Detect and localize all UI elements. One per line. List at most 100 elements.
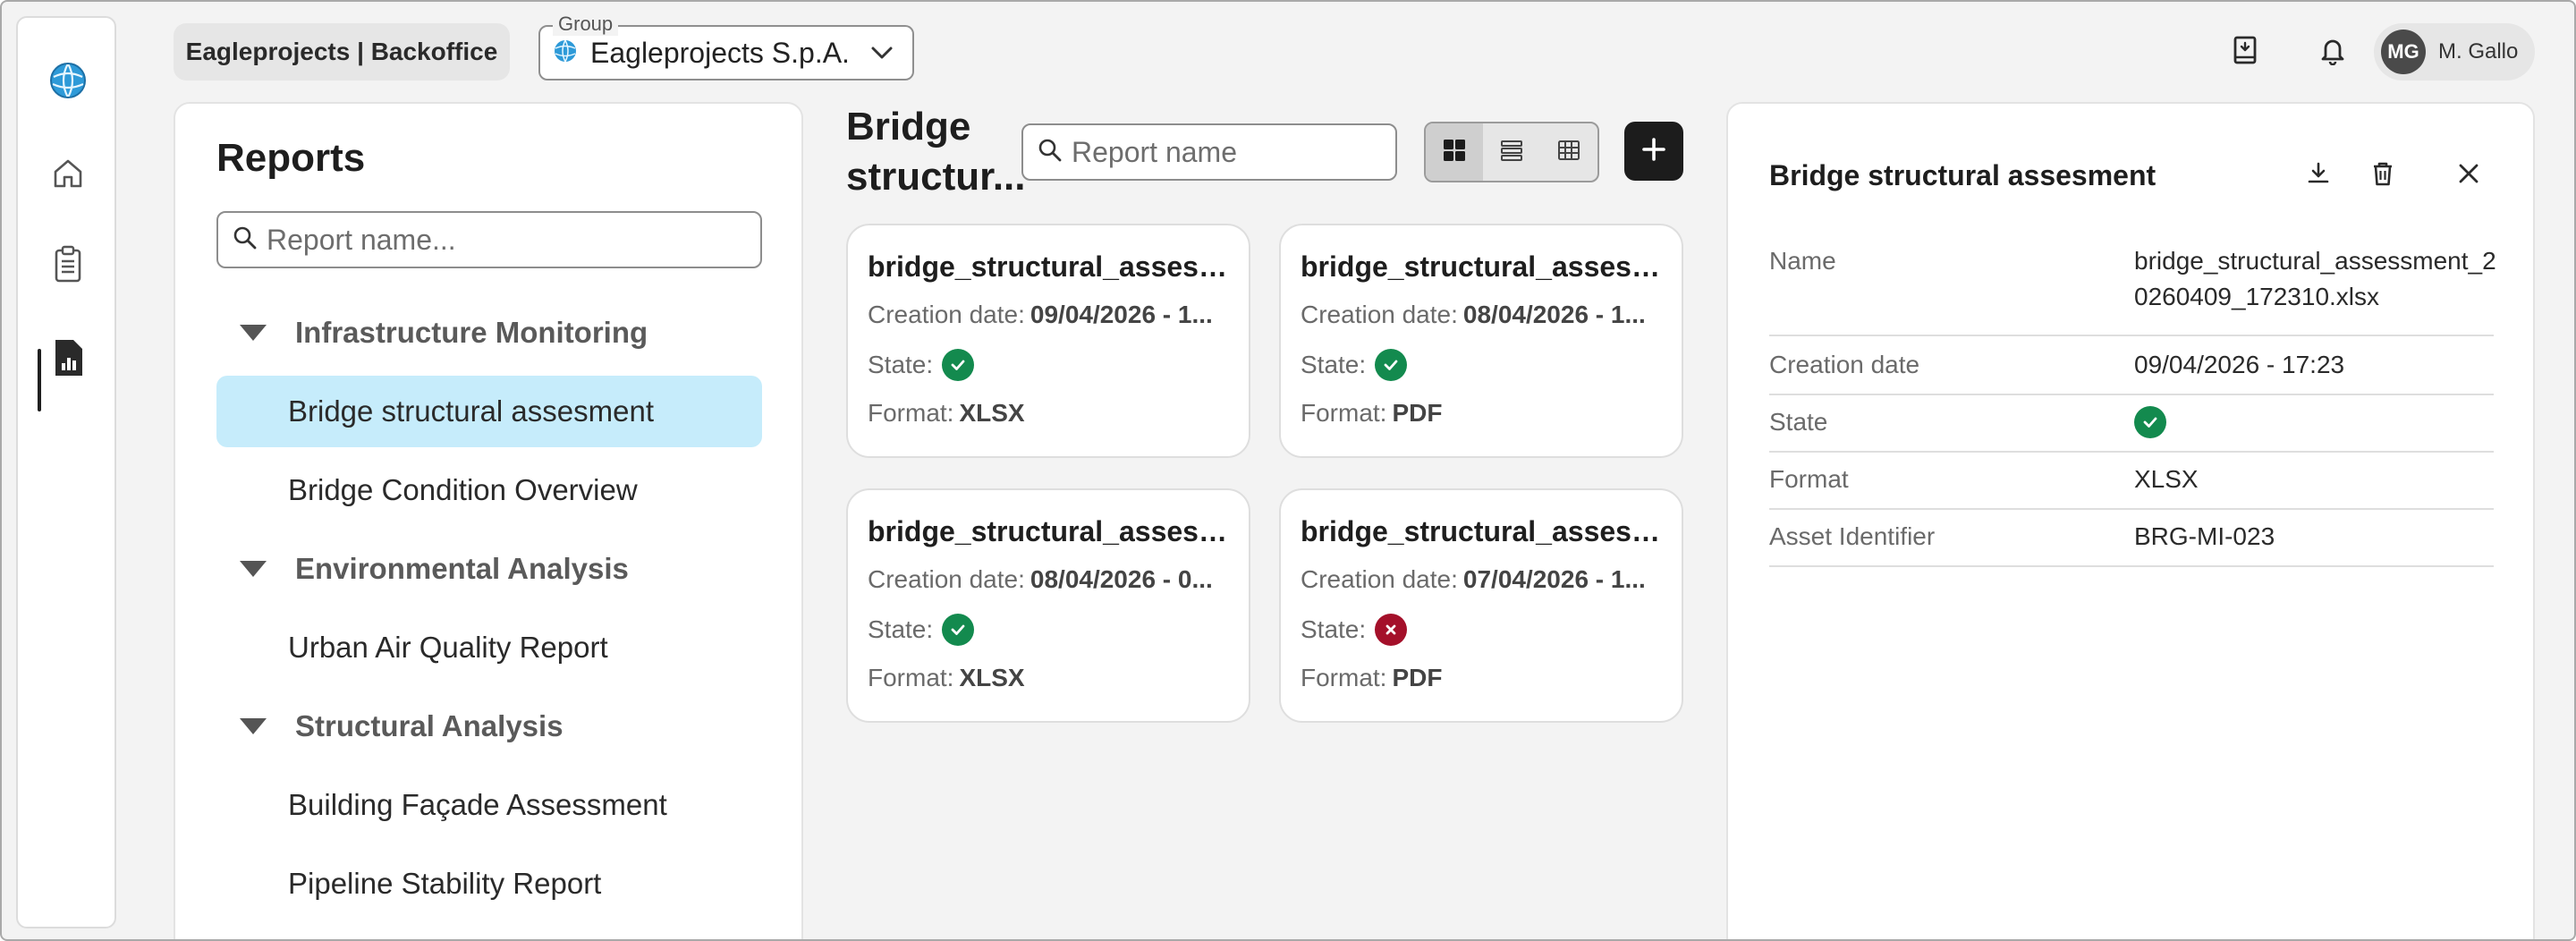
home-icon xyxy=(50,156,86,196)
card-format-label: Format: xyxy=(868,399,954,427)
app-window: Eagleprojects | Backoffice Group Eaglepr… xyxy=(0,0,2576,941)
tree-group-infrastructure[interactable]: Infrastructure Monitoring xyxy=(240,311,648,354)
card-title: bridge_structural_assessm... xyxy=(1301,515,1669,547)
detail-label: Asset Identifier xyxy=(1769,522,1936,550)
group-select[interactable]: Group Eagleprojects S.p.A. xyxy=(538,13,914,81)
report-search[interactable] xyxy=(1021,123,1397,181)
delete-button[interactable] xyxy=(2361,154,2404,197)
card-creation-value: 09/04/2026 - 1... xyxy=(1030,301,1213,328)
report-card[interactable]: bridge_structural_assessm... Creation da… xyxy=(1279,488,1683,723)
card-format-label: Format: xyxy=(1301,664,1387,691)
detail-label: Creation date xyxy=(1769,351,1920,378)
detail-label: State xyxy=(1769,408,1828,436)
report-search-input[interactable] xyxy=(1072,135,1394,169)
rail-active-indicator xyxy=(38,349,41,411)
group-legend: Group xyxy=(553,13,619,36)
user-menu[interactable]: MG M. Gallo xyxy=(2374,23,2535,81)
detail-value: XLSX xyxy=(2134,465,2199,493)
card-format-label: Format: xyxy=(868,664,954,691)
detail-value: BRG-MI-023 xyxy=(2134,522,2275,550)
list-view-button[interactable] xyxy=(1483,123,1540,181)
tree-item-pipeline[interactable]: Pipeline Stability Report xyxy=(216,848,762,920)
detail-title: Bridge structural assesment xyxy=(1769,159,2157,191)
grid-icon xyxy=(1443,139,1466,166)
card-creation-value: 08/04/2026 - 1... xyxy=(1462,301,1646,328)
group-value: Eagleprojects S.p.A. xyxy=(590,36,850,69)
reports-panel: Reports Infrastructure Monitoring Bridge… xyxy=(174,102,803,939)
tree-item-building-facade[interactable]: Building Façade Assessment xyxy=(216,769,762,841)
rail-home-button[interactable] xyxy=(45,152,91,199)
check-icon xyxy=(942,614,975,646)
manual-button[interactable] xyxy=(2222,29,2268,75)
rail-clipboard-button[interactable] xyxy=(45,243,91,290)
card-state-label: State: xyxy=(868,615,934,643)
card-creation-value: 08/04/2026 - 0... xyxy=(1030,565,1213,593)
card-state-label: State: xyxy=(1301,351,1367,378)
download-button[interactable] xyxy=(2297,154,2340,197)
reports-search-input[interactable] xyxy=(267,223,750,257)
globe-logo-icon[interactable] xyxy=(48,61,88,100)
card-title: bridge_structural_assessm... xyxy=(868,515,1236,547)
add-report-button[interactable] xyxy=(1624,122,1683,181)
clipboard-icon xyxy=(50,245,86,289)
detail-row-format: Format XLSX xyxy=(1769,453,2494,510)
grid-view-button[interactable] xyxy=(1426,123,1483,181)
globe-icon xyxy=(553,38,578,68)
card-creation: Creation date: 08/04/2026 - 1... xyxy=(1301,301,1669,329)
card-creation-value: 07/04/2026 - 1... xyxy=(1462,565,1646,593)
book-icon xyxy=(2232,35,2258,70)
report-card[interactable]: bridge_structural_assessm... Creation da… xyxy=(846,488,1250,723)
report-card[interactable]: bridge_structural_assessm... Creation da… xyxy=(1279,224,1683,458)
card-creation-label: Creation date: xyxy=(868,565,1025,593)
detail-row-creation: Creation date 09/04/2026 - 17:23 xyxy=(1769,338,2494,395)
rail-reports-button[interactable] xyxy=(45,336,91,383)
tree-group-environmental[interactable]: Environmental Analysis xyxy=(240,547,629,590)
card-format: Format: XLSX xyxy=(868,664,1236,692)
bell-icon xyxy=(2319,35,2346,70)
chevron-down-icon xyxy=(864,35,900,71)
card-creation: Creation date: 09/04/2026 - 1... xyxy=(868,301,1236,329)
detail-row-asset: Asset Identifier BRG-MI-023 xyxy=(1769,510,2494,567)
table-view-button[interactable] xyxy=(1540,123,1597,181)
table-icon xyxy=(1557,139,1580,166)
card-title: bridge_structural_assessm... xyxy=(1301,250,1669,283)
notifications-button[interactable] xyxy=(2309,29,2356,75)
card-title: bridge_structural_assessm... xyxy=(868,250,1236,283)
card-format-value: XLSX xyxy=(959,664,1025,691)
card-format: Format: PDF xyxy=(1301,399,1669,428)
search-icon xyxy=(1038,138,1063,167)
close-button[interactable] xyxy=(2447,154,2490,197)
card-state: State: xyxy=(868,614,1236,646)
card-creation: Creation date: 07/04/2026 - 1... xyxy=(1301,565,1669,594)
check-icon xyxy=(1375,349,1408,381)
tree-item-bridge-structural[interactable]: Bridge structural assesment xyxy=(216,376,762,447)
tree-group-label: Infrastructure Monitoring xyxy=(295,316,648,349)
detail-value: 09/04/2026 - 17:23 xyxy=(2134,351,2345,378)
trash-icon xyxy=(2370,160,2395,191)
card-state: State: xyxy=(868,349,1236,381)
tree-group-label: Environmental Analysis xyxy=(295,552,629,585)
report-card[interactable]: bridge_structural_assessm... Creation da… xyxy=(846,224,1250,458)
detail-label: Format xyxy=(1769,465,1849,493)
view-toggle xyxy=(1424,122,1599,182)
card-format: Format: PDF xyxy=(1301,664,1669,692)
reports-search[interactable] xyxy=(216,211,762,268)
org-chip[interactable]: Eagleprojects | Backoffice xyxy=(174,23,510,81)
caret-down-icon xyxy=(240,561,267,577)
caret-down-icon xyxy=(240,325,267,341)
card-format: Format: XLSX xyxy=(868,399,1236,428)
tree-group-label: Structural Analysis xyxy=(295,709,564,742)
tree-item-bridge-condition[interactable]: Bridge Condition Overview xyxy=(216,454,762,526)
card-creation-label: Creation date: xyxy=(1301,565,1458,593)
avatar: MG xyxy=(2381,30,2426,74)
detail-value: bridge_structural_assessment_20260409_17… xyxy=(2134,247,2496,310)
detail-row-state: State xyxy=(1769,395,2494,453)
report-type-title: Bridge structur... xyxy=(846,105,1026,199)
tree-group-structural[interactable]: Structural Analysis xyxy=(240,705,564,748)
tree-item-urban-air[interactable]: Urban Air Quality Report xyxy=(216,612,762,683)
close-icon xyxy=(2457,162,2480,190)
reports-title: Reports xyxy=(216,136,366,180)
detail-panel: Bridge structural assesment Name bridge_… xyxy=(1726,102,2535,939)
list-icon xyxy=(1500,139,1523,166)
card-state: State: xyxy=(1301,349,1669,381)
